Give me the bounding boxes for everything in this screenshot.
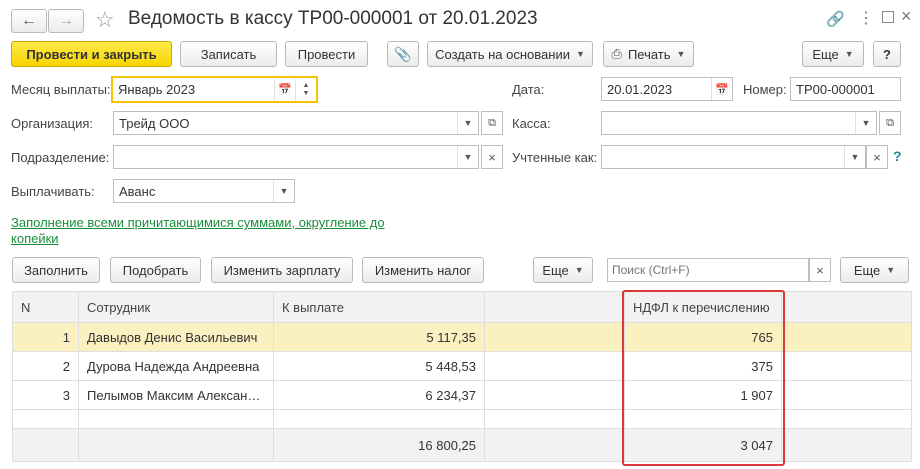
clear-search-icon[interactable]: × [809,258,831,282]
col-filler [781,291,912,323]
calendar-icon[interactable]: 📅 [711,78,732,100]
chevron-down-icon: ▼ [844,49,854,59]
cash-label: Касса: [512,116,551,131]
month-value: Январь 2023 [118,82,196,97]
date-value: 20.01.2023 [607,81,673,97]
chevron-down-icon[interactable]: ▼ [457,112,478,134]
star-icon[interactable]: ☆ [95,7,115,33]
close-icon[interactable]: × [901,6,912,27]
change-salary-button[interactable]: Изменить зарплату [211,257,353,283]
total-amount: 16 800,25 [273,428,485,462]
cash-field[interactable]: ▼ [601,111,877,135]
department-field[interactable]: ▼ [113,145,479,169]
forward-button[interactable]: → [48,9,84,33]
col-n[interactable]: N [12,291,79,323]
organization-label: Организация: [11,116,94,131]
col-empty [484,291,625,323]
table-more2-label: Еще [853,262,881,278]
stepper-icon[interactable]: ▲ ▼ [295,78,316,101]
create-based-on-button[interactable]: Создать на основании ▼ [427,41,593,67]
row-amount: 5 448,53 [273,351,485,381]
row-employee: Пелымов Максим Алексан… [78,380,274,410]
accounted-as-label: Учтенные как: [512,150,598,165]
row-employee: Давыдов Денис Васильевич [78,322,274,352]
chevron-down-icon[interactable]: ▼ [273,180,294,202]
row-number: 3 [12,380,79,410]
row-filler [781,322,912,352]
search-text[interactable] [608,262,808,278]
pay-field[interactable]: Аванс ▼ [113,179,295,203]
save-button[interactable]: Записать [180,41,277,67]
number-value: ТР00-000001 [796,81,875,97]
chevron-down-icon[interactable]: ▼ [457,146,478,168]
clear-icon[interactable]: × [481,145,503,169]
change-tax-button[interactable]: Изменить налог [362,257,484,283]
row-filler [781,380,912,410]
page-title: Ведомость в кассу ТР00-000001 от 20.01.2… [128,8,538,29]
month-label: Месяц выплаты: [11,82,111,97]
organization-value: Трейд ООО [119,115,190,131]
post-button[interactable]: Провести [285,41,368,67]
row-empty [484,322,625,352]
printer-icon: ⎙ [611,46,622,61]
calendar-icon[interactable]: 📅 [274,78,295,101]
row-empty [484,351,625,381]
row-number: 1 [12,322,79,352]
table-more-button[interactable]: Еще ▼ [533,257,593,283]
select-button[interactable]: Подобрать [110,257,201,283]
table-more-label: Еще [542,262,569,278]
more-vertical-icon[interactable]: ⋮ [858,8,874,28]
arrow-left-icon: ← [21,12,37,29]
more-button[interactable]: Еще ▼ [802,41,864,67]
paperclip-icon: 📎 [394,45,412,62]
help-icon[interactable]: ? [893,148,902,164]
clear-icon[interactable]: × [866,145,888,169]
maximize-icon[interactable] [882,11,894,23]
chevron-down-icon: ▼ [574,265,584,275]
date-label: Дата: [512,82,545,97]
organization-field[interactable]: Трейд ООО ▼ [113,111,479,135]
department-label: Подразделение: [11,150,110,165]
table-more2-button[interactable]: Еще ▼ [840,257,909,283]
open-icon[interactable]: ⧉ [879,111,901,135]
post-and-close-button[interactable]: Провести и закрыть [11,41,172,67]
chevron-down-icon: ▼ [886,265,896,275]
row-amount: 5 117,35 [273,322,485,352]
fill-settings-link[interactable]: Заполнение всеми причитающимися суммами,… [11,215,401,247]
print-label: Печать [627,46,671,62]
attach-button[interactable]: 📎 [387,41,419,67]
date-field[interactable]: 20.01.2023 📅 [601,77,733,101]
pay-value: Аванс [119,183,156,199]
number-label: Номер: [743,82,787,97]
ndfl-column-highlight [622,290,785,466]
print-button[interactable]: ⎙ Печать ▼ [603,41,694,67]
chevron-down-icon[interactable]: ▼ [855,112,876,134]
help-button[interactable]: ? [873,41,901,67]
search-input[interactable] [607,258,809,282]
number-field[interactable]: ТР00-000001 [790,77,901,101]
accounted-as-field[interactable]: ▼ [601,145,866,169]
month-field[interactable]: Январь 2023 📅 ▲ ▼ [111,76,318,103]
open-icon[interactable]: ⧉ [481,111,503,135]
row-amount: 6 234,37 [273,380,485,410]
chevron-down-icon: ▼ [676,49,686,59]
fill-button[interactable]: Заполнить [12,257,100,283]
back-button[interactable]: ← [11,9,47,33]
pay-label: Выплачивать: [11,184,95,199]
chevron-down-icon[interactable]: ▼ [844,146,865,168]
row-employee: Дурова Надежда Андреевна [78,351,274,381]
col-employee[interactable]: Сотрудник [78,291,274,323]
link-icon[interactable]: 🔗 [826,10,845,28]
row-empty [484,380,625,410]
row-number: 2 [12,351,79,381]
row-filler [781,351,912,381]
create-based-on-label: Создать на основании [435,46,570,62]
more-label: Еще [812,46,839,62]
chevron-down-icon: ▼ [575,49,585,59]
arrow-right-icon: → [58,12,74,29]
col-amount[interactable]: К выплате [273,291,485,323]
